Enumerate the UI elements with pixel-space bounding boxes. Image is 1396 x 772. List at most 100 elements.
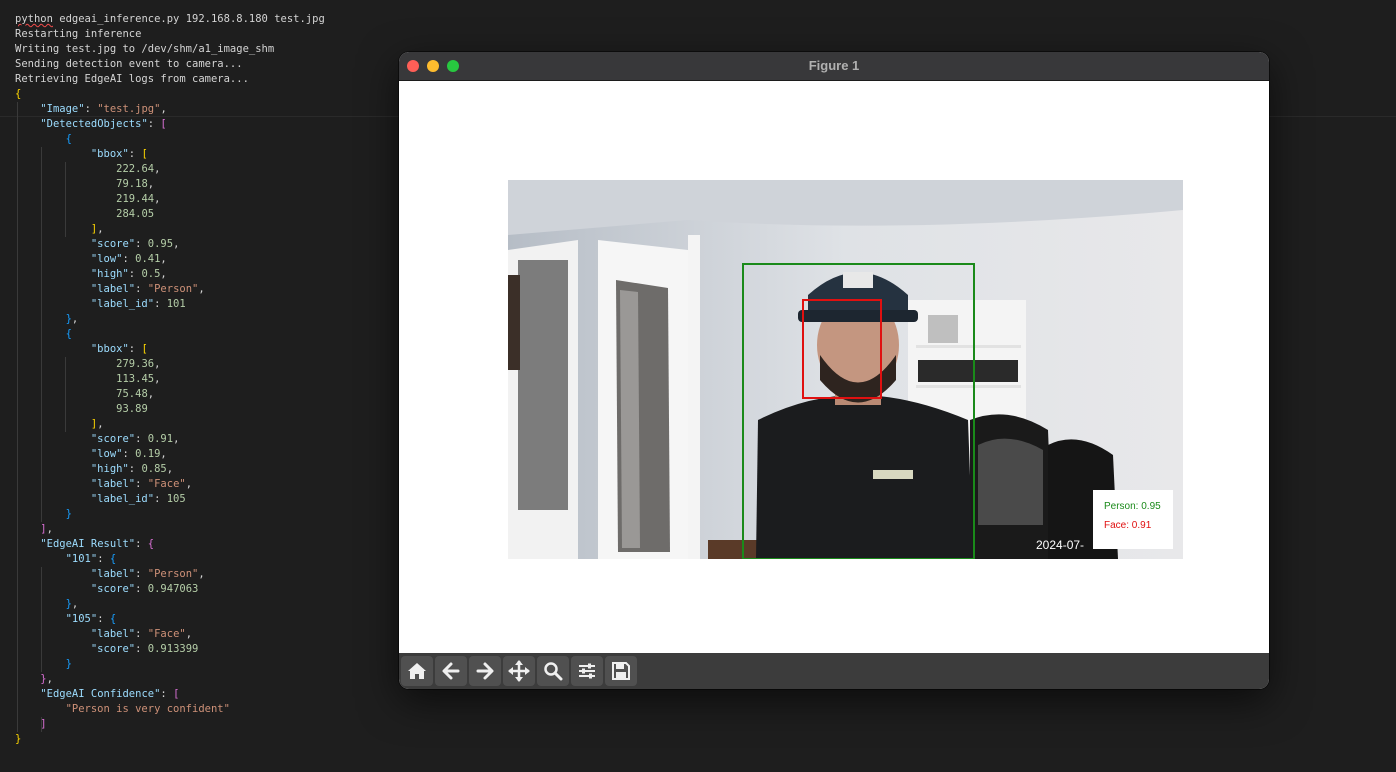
json-token: "low" bbox=[90, 253, 123, 265]
indent-guide bbox=[41, 147, 42, 522]
json-line: }, bbox=[15, 672, 325, 687]
json-token: 222.64 bbox=[116, 163, 155, 175]
legend-person: Person: 0.95 bbox=[1104, 501, 1161, 512]
json-token: "Face" bbox=[147, 628, 186, 640]
json-token: 0.5 bbox=[141, 268, 161, 280]
json-token: , bbox=[147, 388, 155, 400]
json-token: [ bbox=[141, 148, 148, 160]
json-token: , bbox=[185, 628, 193, 640]
json-token: : bbox=[135, 643, 148, 655]
forward-button[interactable] bbox=[469, 656, 501, 686]
pan-button[interactable] bbox=[503, 656, 535, 686]
json-token: "EdgeAI Confidence" bbox=[40, 688, 161, 700]
json-token: , bbox=[46, 673, 53, 685]
json-token: "label" bbox=[90, 478, 136, 490]
zoom-button[interactable] bbox=[537, 656, 569, 686]
json-token: : bbox=[128, 268, 142, 280]
indent-guide bbox=[65, 357, 66, 432]
json-token: } bbox=[15, 733, 22, 745]
json-token: "label_id" bbox=[90, 493, 155, 505]
sliders-icon bbox=[579, 663, 595, 679]
json-token: : bbox=[97, 553, 110, 565]
json-token: , bbox=[198, 568, 205, 580]
indent-guide bbox=[65, 162, 66, 237]
json-token: : bbox=[147, 118, 161, 130]
home-icon bbox=[408, 663, 426, 679]
json-line: "105": { bbox=[15, 612, 325, 627]
legend-face: Face: 0.91 bbox=[1104, 520, 1152, 531]
json-line: "Image": "test.jpg", bbox=[15, 102, 325, 117]
json-token: "Person" bbox=[147, 283, 199, 295]
json-token: } bbox=[65, 508, 72, 520]
figure-window[interactable]: Figure 1 2024-07- Person: 0.95 Face: 0.9… bbox=[399, 52, 1269, 689]
json-line: "score": 0.95, bbox=[15, 237, 325, 252]
json-token: , bbox=[185, 478, 193, 490]
json-output: { "Image": "test.jpg", "DetectedObjects"… bbox=[15, 87, 325, 747]
json-line: 279.36, bbox=[15, 357, 325, 372]
json-token: , bbox=[198, 283, 205, 295]
home-button[interactable] bbox=[401, 656, 433, 686]
json-token: 0.19 bbox=[135, 448, 161, 460]
json-line: "EdgeAI Confidence": [ bbox=[15, 687, 325, 702]
json-line: "high": 0.5, bbox=[15, 267, 325, 282]
json-token: : bbox=[135, 238, 148, 250]
json-line: { bbox=[15, 87, 325, 102]
json-token: 0.95 bbox=[147, 238, 174, 250]
log-line: Retrieving EdgeAI logs from camera... bbox=[15, 73, 249, 85]
json-token: , bbox=[160, 253, 167, 265]
json-line: } bbox=[15, 507, 325, 522]
json-token: "bbox" bbox=[90, 343, 129, 355]
json-line: { bbox=[15, 327, 325, 342]
json-line: } bbox=[15, 657, 325, 672]
title-bar[interactable]: Figure 1 bbox=[399, 52, 1269, 81]
json-token: } bbox=[65, 658, 72, 670]
back-button[interactable] bbox=[435, 656, 467, 686]
json-token: : bbox=[135, 538, 148, 550]
json-token: , bbox=[154, 373, 161, 385]
json-token: "EdgeAI Result" bbox=[40, 538, 136, 550]
json-token: 0.85 bbox=[141, 463, 167, 475]
json-token: : bbox=[84, 103, 98, 115]
json-token: 113.45 bbox=[116, 373, 155, 385]
json-line: 222.64, bbox=[15, 162, 325, 177]
json-token: "low" bbox=[90, 448, 123, 460]
json-line: "score": 0.913399 bbox=[15, 642, 325, 657]
json-token: , bbox=[154, 193, 161, 205]
json-token: "Image" bbox=[40, 103, 85, 115]
save-button[interactable] bbox=[605, 656, 637, 686]
json-token: 219.44 bbox=[116, 193, 155, 205]
json-token: { bbox=[65, 328, 72, 340]
json-token: 0.947063 bbox=[147, 583, 199, 595]
json-line: }, bbox=[15, 312, 325, 327]
json-line: ] bbox=[15, 717, 325, 732]
detection-legend: Person: 0.95 Face: 0.91 bbox=[1093, 490, 1173, 549]
configure-subplots-button[interactable] bbox=[571, 656, 603, 686]
json-line: "low": 0.41, bbox=[15, 252, 325, 267]
json-line: "bbox": [ bbox=[15, 342, 325, 357]
json-token: : bbox=[135, 433, 148, 445]
json-token: "high" bbox=[90, 268, 129, 280]
arrow-left-icon bbox=[442, 662, 460, 680]
log-line: Writing test.jpg to /dev/shm/a1_image_sh… bbox=[15, 43, 275, 55]
json-token: : bbox=[135, 568, 148, 580]
json-token: : bbox=[160, 688, 174, 700]
json-token: "score" bbox=[90, 238, 136, 250]
indent-guide bbox=[17, 102, 18, 732]
camera-scene bbox=[508, 180, 1183, 559]
json-line: 113.45, bbox=[15, 372, 325, 387]
json-token: 0.91 bbox=[147, 433, 174, 445]
json-token: "label" bbox=[90, 568, 136, 580]
plot-canvas[interactable]: 2024-07- Person: 0.95 Face: 0.91 bbox=[399, 81, 1269, 653]
indent-guide bbox=[41, 567, 42, 672]
